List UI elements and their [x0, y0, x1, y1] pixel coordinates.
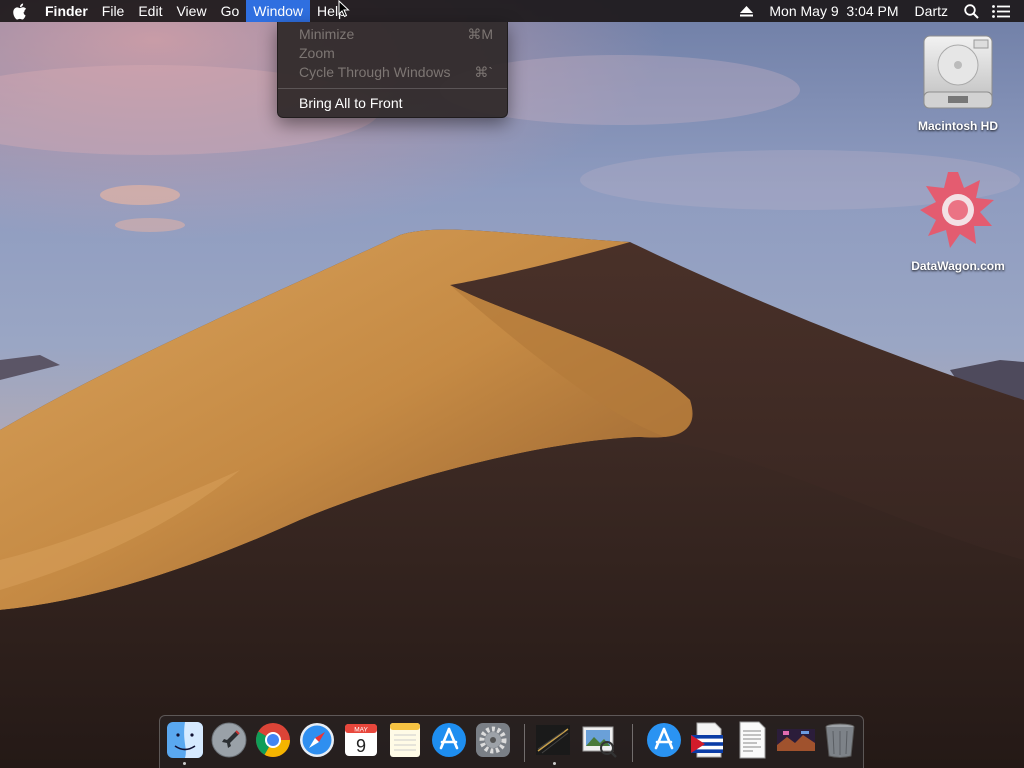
- safari-icon: [300, 723, 334, 757]
- menu-edit[interactable]: Edit: [131, 0, 169, 22]
- gear-icon: [476, 723, 510, 757]
- menu-separator: [278, 88, 507, 89]
- menu-item-cycle-through-windows[interactable]: Cycle Through Windows ⌘`: [278, 63, 507, 82]
- image-icon: [777, 729, 815, 751]
- calendar-month: MAY: [354, 727, 368, 734]
- desktop-icon-label: DataWagon.com: [911, 259, 1005, 273]
- launchpad-icon: [211, 722, 247, 758]
- dock: MAY 9: [159, 715, 864, 768]
- menu-item-bring-all-to-front[interactable]: Bring All to Front: [278, 94, 507, 113]
- mouse-cursor-icon: [338, 0, 350, 18]
- window-menu-dropdown: Minimize ⌘M Zoom Cycle Through Windows ⌘…: [277, 22, 508, 118]
- menu-window[interactable]: Window: [246, 0, 311, 22]
- dock-separator: [524, 724, 525, 762]
- preview-icon: [582, 726, 617, 758]
- running-indicator: [553, 762, 556, 765]
- menu-file[interactable]: File: [95, 0, 132, 22]
- hard-drive-icon: [923, 35, 993, 109]
- dock-item-chrome[interactable]: [254, 721, 292, 759]
- app-store-icon: [432, 723, 466, 757]
- dock-item-launchpad[interactable]: [210, 721, 248, 759]
- menu-clock[interactable]: Mon May 9 3:04 PM: [761, 0, 906, 22]
- dock-item-system-preferences[interactable]: [474, 721, 512, 759]
- document-icon: [691, 722, 723, 758]
- dock-item-finder[interactable]: [166, 721, 204, 759]
- dock-item-app-store[interactable]: [430, 721, 468, 759]
- notification-center-icon[interactable]: [986, 0, 1016, 22]
- menu-item-minimize[interactable]: Minimize ⌘M: [278, 25, 507, 44]
- document-icon: [739, 721, 766, 759]
- dock-item-notes[interactable]: [386, 721, 424, 759]
- datawagon-logo-icon: [920, 172, 994, 248]
- dock-item-calendar[interactable]: MAY 9: [342, 721, 380, 759]
- desktop-icon-label: Macintosh HD: [917, 119, 998, 133]
- calendar-day: 9: [356, 736, 366, 756]
- desktop-icon-datawagon[interactable]: DataWagon.com: [903, 170, 1013, 273]
- eject-icon[interactable]: [731, 0, 761, 22]
- running-indicator: [183, 762, 186, 765]
- menu-user[interactable]: Dartz: [907, 0, 956, 22]
- dock-item-safari[interactable]: [298, 721, 336, 759]
- trash-icon: [825, 723, 855, 758]
- menu-view[interactable]: View: [169, 0, 213, 22]
- dock-item-app-store-folder[interactable]: [645, 721, 683, 759]
- dock-separator: [632, 724, 633, 762]
- desktop-wallpaper: [0, 0, 1024, 768]
- menu-app-name[interactable]: Finder: [38, 0, 95, 22]
- menu-go[interactable]: Go: [214, 0, 247, 22]
- dock-item-trash[interactable]: [821, 721, 859, 759]
- desktop-icon-macintosh-hd[interactable]: Macintosh HD: [903, 30, 1013, 133]
- console-icon: [536, 725, 570, 755]
- chrome-icon: [256, 723, 290, 757]
- dock-item-flag-document[interactable]: [689, 721, 727, 759]
- apple-menu-icon[interactable]: [0, 0, 38, 22]
- dock-item-preview[interactable]: [580, 721, 618, 759]
- finder-icon: [167, 722, 203, 758]
- calendar-icon: MAY 9: [345, 724, 377, 756]
- spotlight-search-icon[interactable]: [956, 0, 986, 22]
- notes-icon: [390, 723, 420, 757]
- menu-bar: Finder File Edit View Go Window Help Mon…: [0, 0, 1024, 22]
- dock-item-text-document[interactable]: [733, 721, 771, 759]
- dock-item-screenshot[interactable]: [777, 721, 815, 759]
- app-store-icon: [647, 723, 681, 757]
- dock-item-console[interactable]: [534, 721, 572, 759]
- menu-item-zoom[interactable]: Zoom: [278, 44, 507, 63]
